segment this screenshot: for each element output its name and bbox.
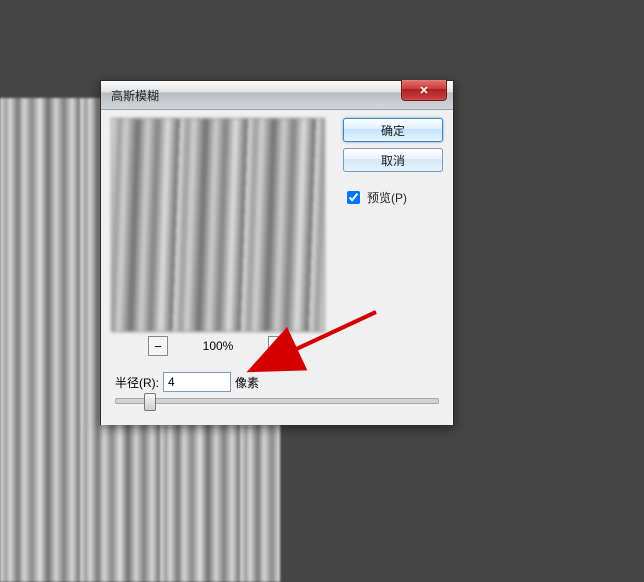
zoom-level-label: 100%: [196, 339, 240, 353]
close-icon: ✕: [419, 84, 428, 97]
zoom-out-button[interactable]: −: [148, 336, 168, 356]
zoom-in-button[interactable]: +: [268, 336, 288, 356]
close-button[interactable]: ✕: [401, 80, 447, 101]
radius-row: 半径(R): 像素: [115, 372, 259, 392]
preview-checkbox[interactable]: [347, 191, 360, 204]
preview-checkbox-label: 预览(P): [367, 189, 407, 206]
radius-unit-label: 像素: [235, 374, 259, 391]
zoom-controls: − 100% +: [111, 336, 325, 356]
cancel-button[interactable]: 取消: [343, 148, 443, 172]
dialog-buttons-panel: 确定 取消 预览(P): [343, 118, 443, 207]
radius-slider[interactable]: [115, 398, 439, 404]
dialog-body: − 100% + 确定 取消 预览(P) 半径(R): 像素: [101, 110, 453, 425]
radius-slider-thumb[interactable]: [144, 393, 156, 411]
preview-checkbox-row[interactable]: 预览(P): [343, 188, 443, 207]
minus-icon: −: [154, 340, 162, 353]
ok-button[interactable]: 确定: [343, 118, 443, 142]
radius-label: 半径(R):: [115, 374, 159, 391]
radius-input[interactable]: [163, 372, 231, 392]
dialog-title: 高斯模糊: [101, 87, 159, 104]
dialog-titlebar[interactable]: 高斯模糊 ✕: [101, 81, 453, 110]
effect-preview[interactable]: [111, 118, 325, 332]
cancel-button-label: 取消: [381, 152, 405, 169]
gaussian-blur-dialog: 高斯模糊 ✕ − 100% + 确定 取消 预览(P): [100, 80, 454, 425]
plus-icon: +: [274, 340, 282, 353]
ok-button-label: 确定: [381, 122, 405, 139]
